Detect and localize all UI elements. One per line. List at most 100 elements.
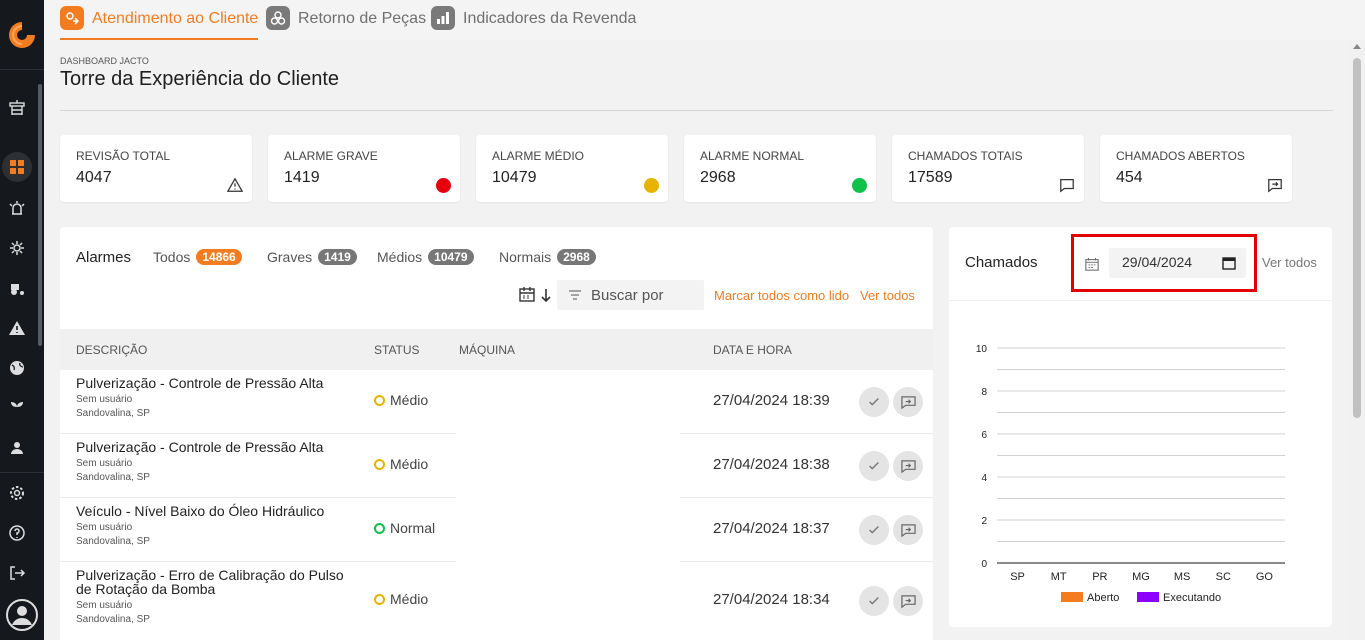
check-button[interactable] xyxy=(859,451,889,481)
logout-icon[interactable] xyxy=(6,562,28,584)
table-row[interactable]: Veículo - Nível Baixo do Óleo Hidráulico… xyxy=(60,498,933,562)
plant-icon[interactable] xyxy=(6,397,28,419)
alarm-location: Sandovalina, SP xyxy=(76,408,150,419)
bar-chart-icon xyxy=(431,6,455,30)
alarm-location: Sandovalina, SP xyxy=(76,472,150,483)
x-tick-label: MS xyxy=(1174,571,1191,583)
column-header-status[interactable]: STATUS xyxy=(374,343,420,357)
legend-label: Aberto xyxy=(1087,592,1119,604)
card-label: REVISÃO TOTAL xyxy=(76,149,171,163)
legend-swatch xyxy=(1137,592,1159,602)
card-alarme-normal: ALARME NORMAL 2968 xyxy=(684,135,876,202)
green-dot-icon xyxy=(850,176,868,194)
filter-graves[interactable]: Graves 1419 xyxy=(267,249,357,265)
calendar-sort-icon xyxy=(519,287,551,303)
column-header-maquina[interactable]: MÁQUINA xyxy=(459,343,515,357)
status-ring-icon xyxy=(374,522,385,534)
check-icon xyxy=(869,462,879,470)
card-value: 4047 xyxy=(76,169,112,186)
y-tick-label: 2 xyxy=(981,516,987,527)
sort-by-date-button[interactable] xyxy=(519,285,555,305)
alarm-description: Pulverização - Controle de Pressão Alta xyxy=(76,375,324,391)
alarms-see-all-link[interactable]: Ver todos xyxy=(860,288,915,303)
alarm-user: Sem usuário xyxy=(76,458,133,469)
settings-alt-icon[interactable] xyxy=(6,237,28,259)
table-row[interactable]: Pulverização - Controle de Pressão Alta S… xyxy=(60,434,933,498)
alarm-datetime: 27/04/2024 18:39 xyxy=(713,392,830,409)
alarms-title: Alarmes xyxy=(76,249,132,266)
tractor-icon[interactable] xyxy=(6,277,28,299)
open-ticket-button[interactable] xyxy=(893,387,923,417)
open-ticket-button[interactable] xyxy=(893,515,923,545)
filter-medios[interactable]: Médios 10479 xyxy=(377,249,474,265)
table-row[interactable]: Pulverização - Erro de Calibração do Pul… xyxy=(60,562,933,640)
alarm-datetime: 27/04/2024 18:38 xyxy=(713,456,830,473)
mark-all-read-link[interactable]: Marcar todos como lido xyxy=(714,288,849,303)
card-label: ALARME GRAVE xyxy=(284,149,378,163)
card-label: CHAMADOS TOTAIS xyxy=(908,149,1023,163)
status-cell: Médio xyxy=(374,456,428,472)
status-cell: Médio xyxy=(374,591,428,607)
open-ticket-button[interactable] xyxy=(893,586,923,616)
tab-label: Atendimento ao Cliente xyxy=(92,10,259,27)
alarm-location: Sandovalina, SP xyxy=(76,536,150,547)
status-label: Normal xyxy=(390,520,436,536)
open-ticket-button[interactable] xyxy=(893,451,923,481)
alarm-description: Pulverização - Controle de Pressão Alta xyxy=(76,439,324,455)
search-input[interactable] xyxy=(591,286,691,304)
check-icon xyxy=(869,526,879,534)
sidebar xyxy=(0,0,44,640)
status-ring-icon xyxy=(374,458,385,470)
scroll-thumb[interactable] xyxy=(1353,58,1361,418)
jacto-logo[interactable] xyxy=(7,20,37,50)
gear-icon[interactable] xyxy=(6,482,28,504)
filter-normais[interactable]: Normais 2968 xyxy=(499,249,596,265)
legend-swatch xyxy=(1061,592,1083,602)
search-box[interactable] xyxy=(557,280,704,310)
page-scrollbar[interactable] xyxy=(1349,40,1365,640)
sidebar-divider xyxy=(0,69,44,70)
filter-count-badge: 14866 xyxy=(196,249,242,265)
card-value: 454 xyxy=(1116,169,1143,186)
alarm-user: Sem usuário xyxy=(76,600,133,611)
column-header-data-hora[interactable]: DATA E HORA xyxy=(713,343,792,357)
table-row[interactable]: Pulverização - Controle de Pressão Alta S… xyxy=(60,370,933,434)
breadcrumb: DASHBOARD JACTO xyxy=(60,56,149,66)
help-icon[interactable] xyxy=(6,522,28,544)
tower-icon[interactable] xyxy=(6,97,28,119)
tab-indicadores-revenda[interactable]: Indicadores da Revenda xyxy=(431,6,636,40)
y-tick-label: 4 xyxy=(981,473,987,484)
check-button[interactable] xyxy=(859,515,889,545)
highlight-box xyxy=(1071,234,1257,292)
filter-todos[interactable]: Todos 14866 xyxy=(153,249,242,265)
card-value: 1419 xyxy=(284,169,320,186)
alarm-icon[interactable] xyxy=(6,197,28,219)
filter-label: Todos xyxy=(153,249,191,265)
globe-icon[interactable] xyxy=(6,357,28,379)
chat-forward-icon xyxy=(900,459,916,473)
chat-icon xyxy=(1058,176,1076,194)
filter-label: Graves xyxy=(267,249,313,265)
chamados-chart: 0 2 4 6 8 10 SP MT PR MG MS SC GO Aberto Executando xyxy=(976,344,1285,604)
check-icon xyxy=(869,398,879,406)
warning-icon[interactable] xyxy=(6,317,28,339)
card-value: 2968 xyxy=(700,169,736,186)
tab-atendimento-cliente[interactable]: Atendimento ao Cliente xyxy=(60,6,259,40)
column-header-descricao[interactable]: DESCRIÇÃO xyxy=(76,343,147,357)
filter-count-badge: 10479 xyxy=(428,249,474,265)
location-person-icon[interactable] xyxy=(6,437,28,459)
dashboard-icon[interactable] xyxy=(2,152,32,182)
red-dot-icon xyxy=(434,176,452,194)
tab-label: Indicadores da Revenda xyxy=(463,10,637,27)
check-button[interactable] xyxy=(859,387,889,417)
chamados-title: Chamados xyxy=(965,254,1038,271)
tab-retorno-pecas[interactable]: Retorno de Peças xyxy=(266,6,426,40)
filter-label: Médios xyxy=(377,249,423,265)
status-label: Médio xyxy=(390,456,429,472)
check-button[interactable] xyxy=(859,586,889,616)
check-icon xyxy=(869,597,879,605)
scroll-up-arrow-icon[interactable] xyxy=(1353,44,1361,49)
chamados-see-all-link[interactable]: Ver todos xyxy=(1262,255,1317,270)
sidebar-scrollbar[interactable] xyxy=(38,84,42,346)
user-avatar-icon[interactable] xyxy=(5,598,39,632)
